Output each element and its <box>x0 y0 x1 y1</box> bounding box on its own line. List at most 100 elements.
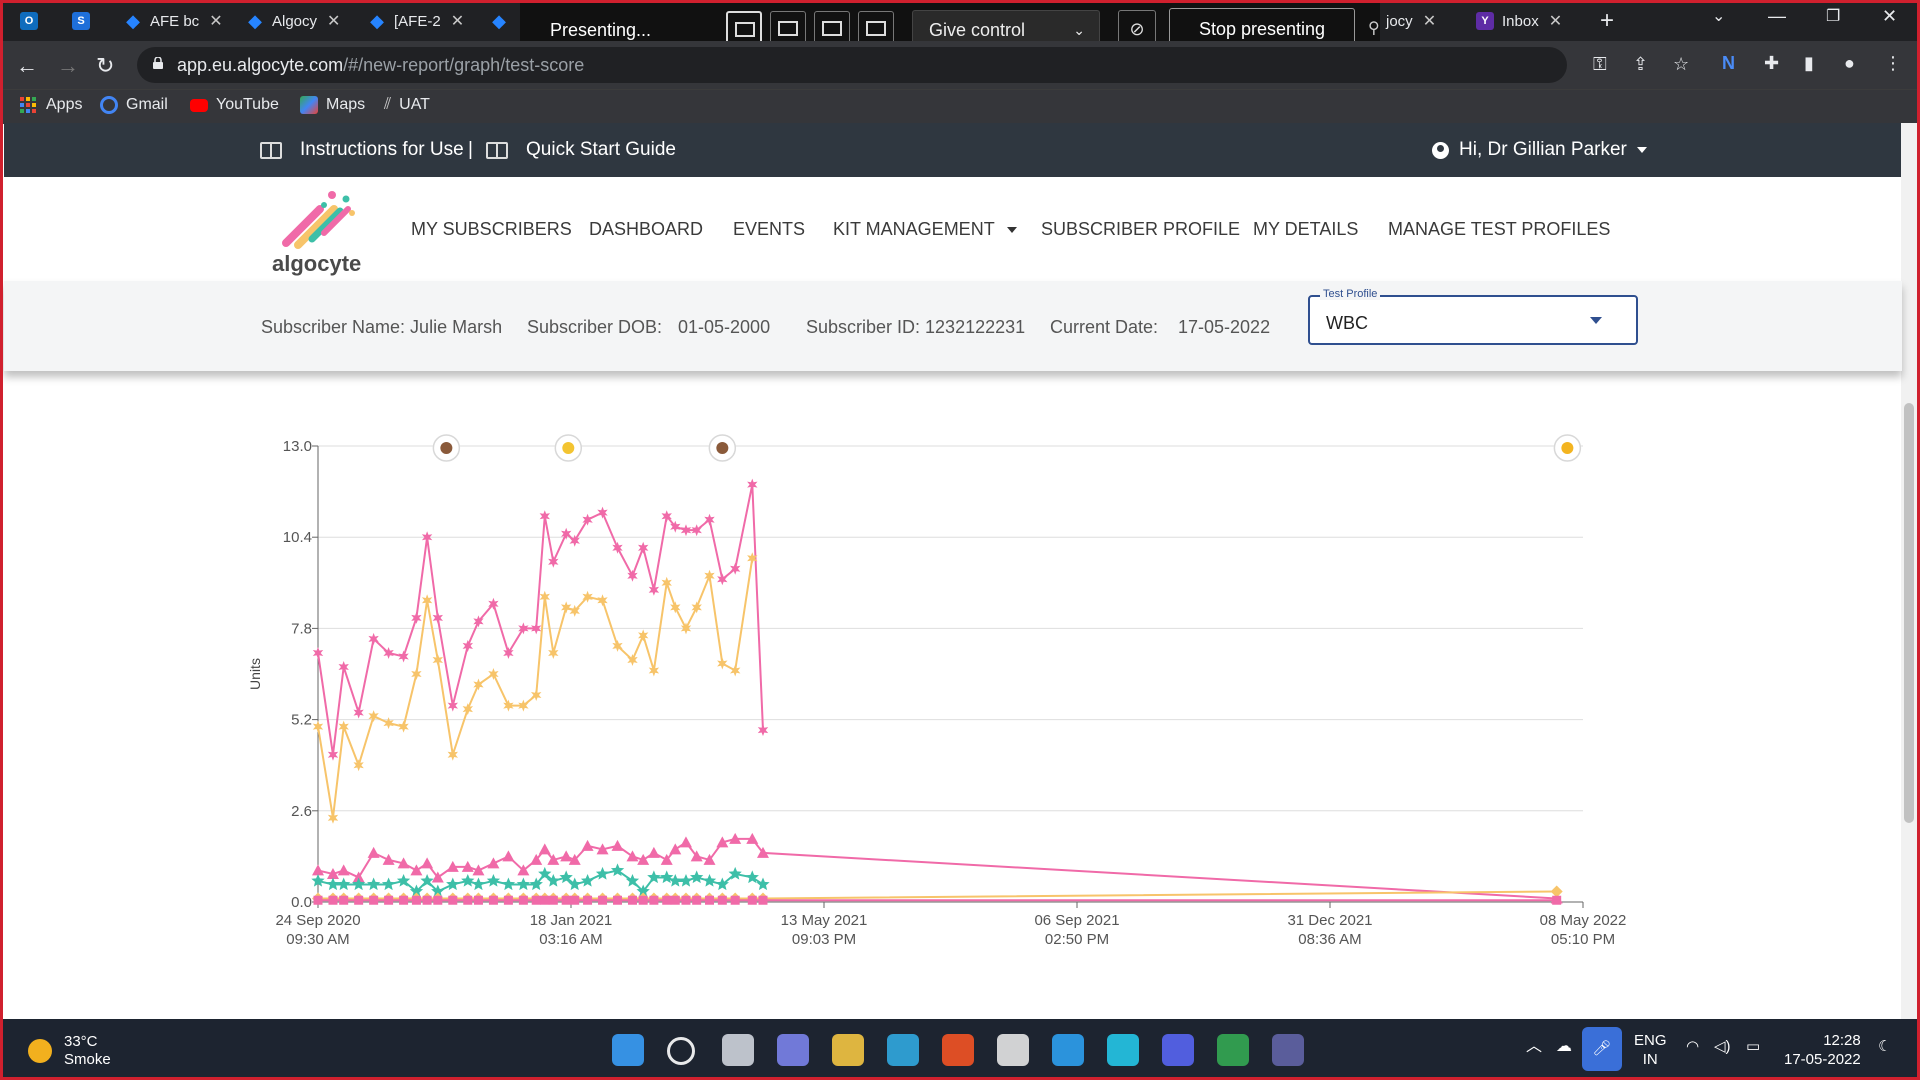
minimize-icon[interactable]: — <box>1768 6 1786 27</box>
data-point[interactable] <box>756 877 770 891</box>
data-point[interactable] <box>611 839 624 851</box>
browser-tab[interactable]: Y Inbox ✕ <box>1476 6 1562 36</box>
data-point[interactable] <box>613 895 623 905</box>
hazard-icon[interactable] <box>1553 434 1582 462</box>
back-icon[interactable]: ← <box>16 53 38 79</box>
data-point[interactable] <box>730 664 741 677</box>
data-point[interactable] <box>381 877 396 891</box>
data-point[interactable] <box>531 895 541 905</box>
data-point[interactable] <box>679 836 692 848</box>
data-point[interactable] <box>548 895 558 905</box>
side-panel-icon[interactable]: ▮ <box>1804 53 1814 74</box>
extensions-puzzle-icon[interactable]: ✚ <box>1764 53 1779 74</box>
bookmark-apps[interactable]: Apps <box>20 96 82 114</box>
data-point[interactable] <box>446 877 460 891</box>
help-icon[interactable] <box>1052 1034 1084 1066</box>
app-icon[interactable] <box>997 1034 1029 1066</box>
browser-tab[interactable]: O <box>20 6 46 36</box>
data-point[interactable] <box>338 720 349 733</box>
data-point[interactable] <box>368 710 379 723</box>
data-point[interactable] <box>670 601 681 614</box>
data-point[interactable] <box>648 583 660 596</box>
data-point[interactable] <box>338 661 349 673</box>
data-point[interactable] <box>561 895 571 905</box>
data-point[interactable] <box>702 874 717 887</box>
data-point[interactable] <box>312 720 324 733</box>
data-point[interactable] <box>626 850 639 862</box>
data-point[interactable] <box>705 895 715 905</box>
data-point[interactable] <box>660 870 674 884</box>
data-point[interactable] <box>422 895 432 905</box>
browser-tab[interactable]: ◆ Algocy ✕ <box>246 6 340 36</box>
extension-n-icon[interactable]: N <box>1722 53 1735 74</box>
data-point[interactable] <box>488 895 498 905</box>
data-point[interactable] <box>647 846 660 858</box>
discord-icon[interactable] <box>1162 1034 1194 1066</box>
show-hidden-icons[interactable]: ︿ <box>1526 1037 1542 1056</box>
data-point[interactable] <box>486 874 501 887</box>
syringe-icon[interactable] <box>432 434 461 462</box>
data-point[interactable] <box>352 877 366 891</box>
data-point[interactable] <box>327 811 339 824</box>
nav-events[interactable]: EVENTS <box>733 219 805 240</box>
data-point[interactable] <box>502 850 515 862</box>
data-point[interactable] <box>518 895 528 905</box>
data-point[interactable] <box>328 895 338 905</box>
data-point[interactable] <box>747 895 757 905</box>
close-tab-icon[interactable]: ✕ <box>209 11 222 31</box>
search-icon[interactable] <box>667 1037 695 1065</box>
data-point[interactable] <box>516 877 530 891</box>
data-point[interactable] <box>730 895 740 905</box>
edge-icon[interactable] <box>887 1034 919 1066</box>
wifi-icon[interactable]: ◠ <box>1686 1037 1699 1056</box>
data-point[interactable] <box>354 895 364 905</box>
data-point[interactable] <box>432 611 443 624</box>
data-point[interactable] <box>598 895 608 905</box>
data-point[interactable] <box>326 877 340 891</box>
data-point[interactable] <box>411 895 421 905</box>
data-point[interactable] <box>580 874 595 887</box>
nav-subscriber-profile[interactable]: SUBSCRIBER PROFILE <box>1041 219 1240 240</box>
browser-tab[interactable]: ◆ [AFE-2 ✕ <box>368 6 464 36</box>
data-point[interactable] <box>1552 895 1562 905</box>
data-point[interactable] <box>539 510 550 523</box>
nav-my-subscribers[interactable]: MY SUBSCRIBERS <box>411 219 572 240</box>
browser-menu-icon[interactable]: ⋮ <box>1884 53 1902 74</box>
data-point[interactable] <box>661 576 672 589</box>
data-point[interactable] <box>353 706 364 719</box>
share-icon[interactable]: ⇪ <box>1633 54 1648 75</box>
data-point[interactable] <box>583 895 593 905</box>
data-point[interactable] <box>627 895 637 905</box>
scrollbar-thumb[interactable] <box>1904 403 1914 823</box>
data-point[interactable] <box>627 569 638 582</box>
data-point[interactable] <box>463 895 473 905</box>
data-point[interactable] <box>488 668 499 680</box>
data-point[interactable] <box>1550 885 1563 898</box>
cutlery-icon[interactable] <box>708 434 737 462</box>
chat-icon[interactable] <box>777 1034 809 1066</box>
data-point[interactable] <box>669 843 682 855</box>
clock[interactable]: 12:28 17-05-2022 <box>1784 1031 1861 1069</box>
data-point[interactable] <box>410 864 423 876</box>
store-icon[interactable] <box>942 1034 974 1066</box>
data-point[interactable] <box>367 877 381 891</box>
data-point[interactable] <box>399 895 409 905</box>
close-window-icon[interactable]: ✕ <box>1882 6 1897 27</box>
notifications-icon[interactable]: ☾ <box>1878 1037 1891 1056</box>
data-point[interactable] <box>757 724 769 737</box>
start-icon[interactable] <box>612 1034 644 1066</box>
data-point[interactable] <box>638 629 649 642</box>
data-point[interactable] <box>411 668 422 680</box>
browser-tab[interactable]: ◆ <box>490 6 516 36</box>
data-point[interactable] <box>473 895 483 905</box>
tab-search-icon[interactable]: ⌄ <box>1712 6 1725 26</box>
data-point[interactable] <box>367 846 380 858</box>
data-point[interactable] <box>432 654 443 666</box>
data-point[interactable] <box>369 895 379 905</box>
browser-tab[interactable]: ◆ AFE bc ✕ <box>124 6 223 36</box>
data-point[interactable] <box>312 647 324 659</box>
data-point[interactable] <box>638 895 648 905</box>
data-point[interactable] <box>503 895 513 905</box>
close-tab-icon[interactable]: ✕ <box>327 11 340 31</box>
nav-manage-test-profiles[interactable]: MANAGE TEST PROFILES <box>1388 219 1610 240</box>
